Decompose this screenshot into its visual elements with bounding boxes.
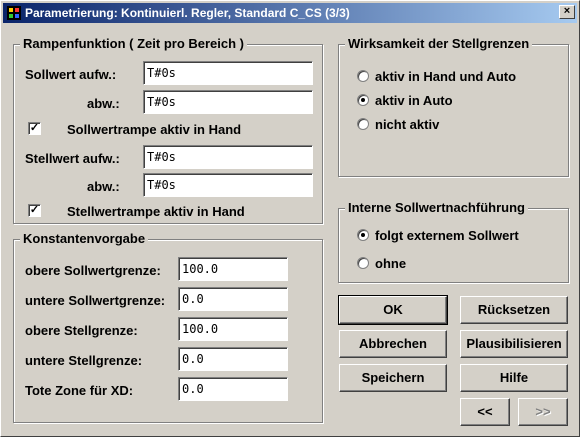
stellwert-abw-field[interactable]: T#0s [143,173,313,197]
stellwertrampe-checkbox[interactable]: ✓ [28,204,41,217]
dialog-window: Parametrierung: Kontinuierl. Regler, Sta… [0,0,580,437]
stellwert-abw-label: abw.: [87,179,120,194]
abbrechen-button[interactable]: Abbrechen [339,330,447,358]
stellwert-aufw-label: Stellwert aufw.: [25,151,120,166]
option-folgt-extern[interactable]: folgt externem Sollwert [375,228,519,243]
close-icon: × [563,5,571,17]
stellwert-aufw-field[interactable]: T#0s [143,145,313,169]
obere-stellgrenze-label: obere Stellgrenze: [25,323,138,338]
tote-zone-label: Tote Zone für XD: [25,383,134,398]
stellwertrampe-label: Stellwertrampe aktiv in Hand [67,204,245,219]
untere-sollwertgrenze-field[interactable]: 0.0 [178,287,288,311]
untere-stellgrenze-label: untere Stellgrenze: [25,353,143,368]
sollwert-aufw-label: Sollwert aufw.: [25,67,117,82]
window-title: Parametrierung: Kontinuierl. Regler, Sta… [25,6,350,20]
stellwertrampe-check-icon: ✓ [29,204,40,216]
sollwert-abw-label: abw.: [87,96,120,111]
back-button[interactable]: << [460,398,510,426]
sollwertrampe-check-icon: ✓ [29,122,40,134]
obere-sollwertgrenze-label: obere Sollwertgrenze: [25,263,161,278]
wirksamkeit-group: Wirksamkeit der Stellgrenzen [338,36,569,177]
forward-button[interactable]: >> [518,398,568,426]
ruecksetzen-button[interactable]: Rücksetzen [460,296,568,324]
wirksamkeit-group-title: Wirksamkeit der Stellgrenzen [345,36,533,51]
speichern-button[interactable]: Speichern [339,364,447,392]
nachfuehrung-group-title: Interne Sollwertnachführung [345,200,528,215]
option-aktiv-auto[interactable]: aktiv in Auto [375,93,453,108]
sollwertrampe-checkbox[interactable]: ✓ [28,122,41,135]
option-nicht-aktiv[interactable]: nicht aktiv [375,117,439,132]
close-button[interactable]: × [559,5,575,19]
option-ohne[interactable]: ohne [375,256,406,271]
sollwert-aufw-field[interactable]: T#0s [143,61,313,85]
ok-button[interactable]: OK [338,295,448,325]
rampen-group-title: Rampenfunktion ( Zeit pro Bereich ) [20,36,248,51]
app-icon [7,6,21,20]
untere-sollwertgrenze-label: untere Sollwertgrenze: [25,293,166,308]
radio-folgt-extern[interactable] [357,229,369,241]
radio-nicht-aktiv[interactable] [357,118,369,130]
untere-stellgrenze-field[interactable]: 0.0 [178,347,288,371]
nachfuehrung-group: Interne Sollwertnachführung [338,200,569,283]
tote-zone-field[interactable]: 0.0 [178,377,288,401]
title-bar[interactable]: Parametrierung: Kontinuierl. Regler, Sta… [3,3,577,23]
radio-aktiv-hand-auto[interactable] [357,70,369,82]
sollwertrampe-label: Sollwertrampe aktiv in Hand [67,122,242,137]
radio-ohne[interactable] [357,257,369,269]
sollwert-abw-field[interactable]: T#0s [143,90,313,114]
radio-aktiv-auto[interactable] [357,94,369,106]
plausibilisieren-button[interactable]: Plausibilisieren [460,330,568,358]
option-aktiv-hand-auto[interactable]: aktiv in Hand und Auto [375,69,516,84]
hilfe-button[interactable]: Hilfe [460,364,568,392]
obere-sollwertgrenze-field[interactable]: 100.0 [178,257,288,281]
obere-stellgrenze-field[interactable]: 100.0 [178,317,288,341]
konstanten-group-title: Konstantenvorgabe [20,231,149,246]
